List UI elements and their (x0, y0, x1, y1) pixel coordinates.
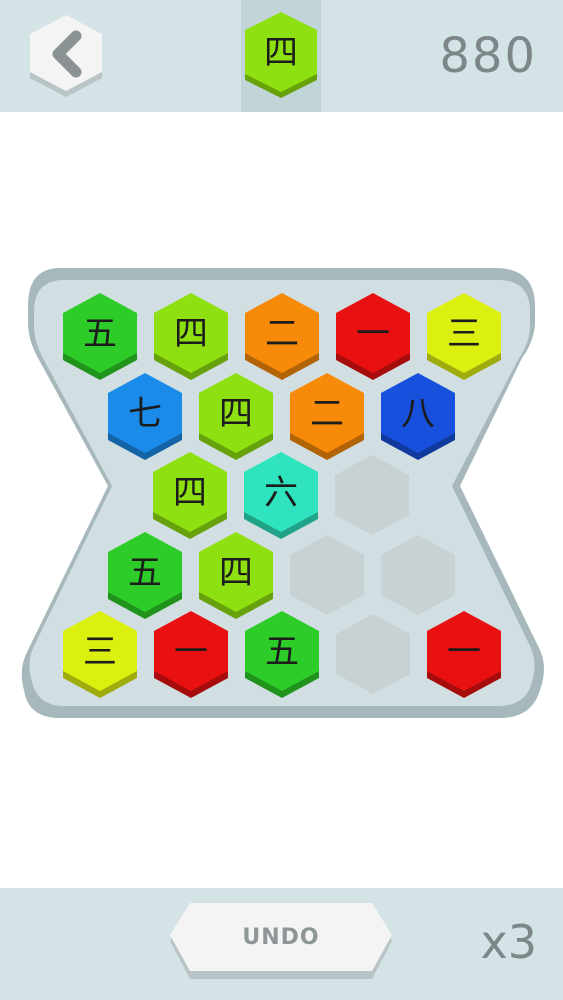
undo-count: x3 (480, 915, 538, 969)
hex-tile-char: 三 (447, 314, 481, 354)
undo-button[interactable] (168, 901, 394, 981)
hex-tile-char: 八 (401, 394, 435, 434)
hex-tile-char: 六 (264, 473, 298, 513)
hex-tile-char: 四 (174, 314, 208, 354)
hex-tile-char: 七 (128, 394, 162, 434)
hex-tile-char: 五 (83, 314, 117, 354)
hex-tile-char: 二 (310, 394, 344, 434)
hex-tile-char: 二 (265, 314, 299, 354)
hex-tile-char: 一 (447, 632, 481, 672)
game-board: 五四二一三七四二八四 六五 四三一五一 (21, 268, 544, 718)
hex-tile-char: 三 (83, 632, 117, 672)
hex-tile-char: 一 (356, 314, 390, 354)
hex-tile-char: 一 (174, 632, 208, 672)
hex-tile-char: 五 (128, 553, 162, 593)
hex-tile-char: 四 (219, 394, 253, 434)
hex-tile-char: 五 (265, 632, 299, 672)
hex-tile-char: 四 (173, 473, 207, 513)
hex-tile-char: 四 (219, 553, 253, 593)
